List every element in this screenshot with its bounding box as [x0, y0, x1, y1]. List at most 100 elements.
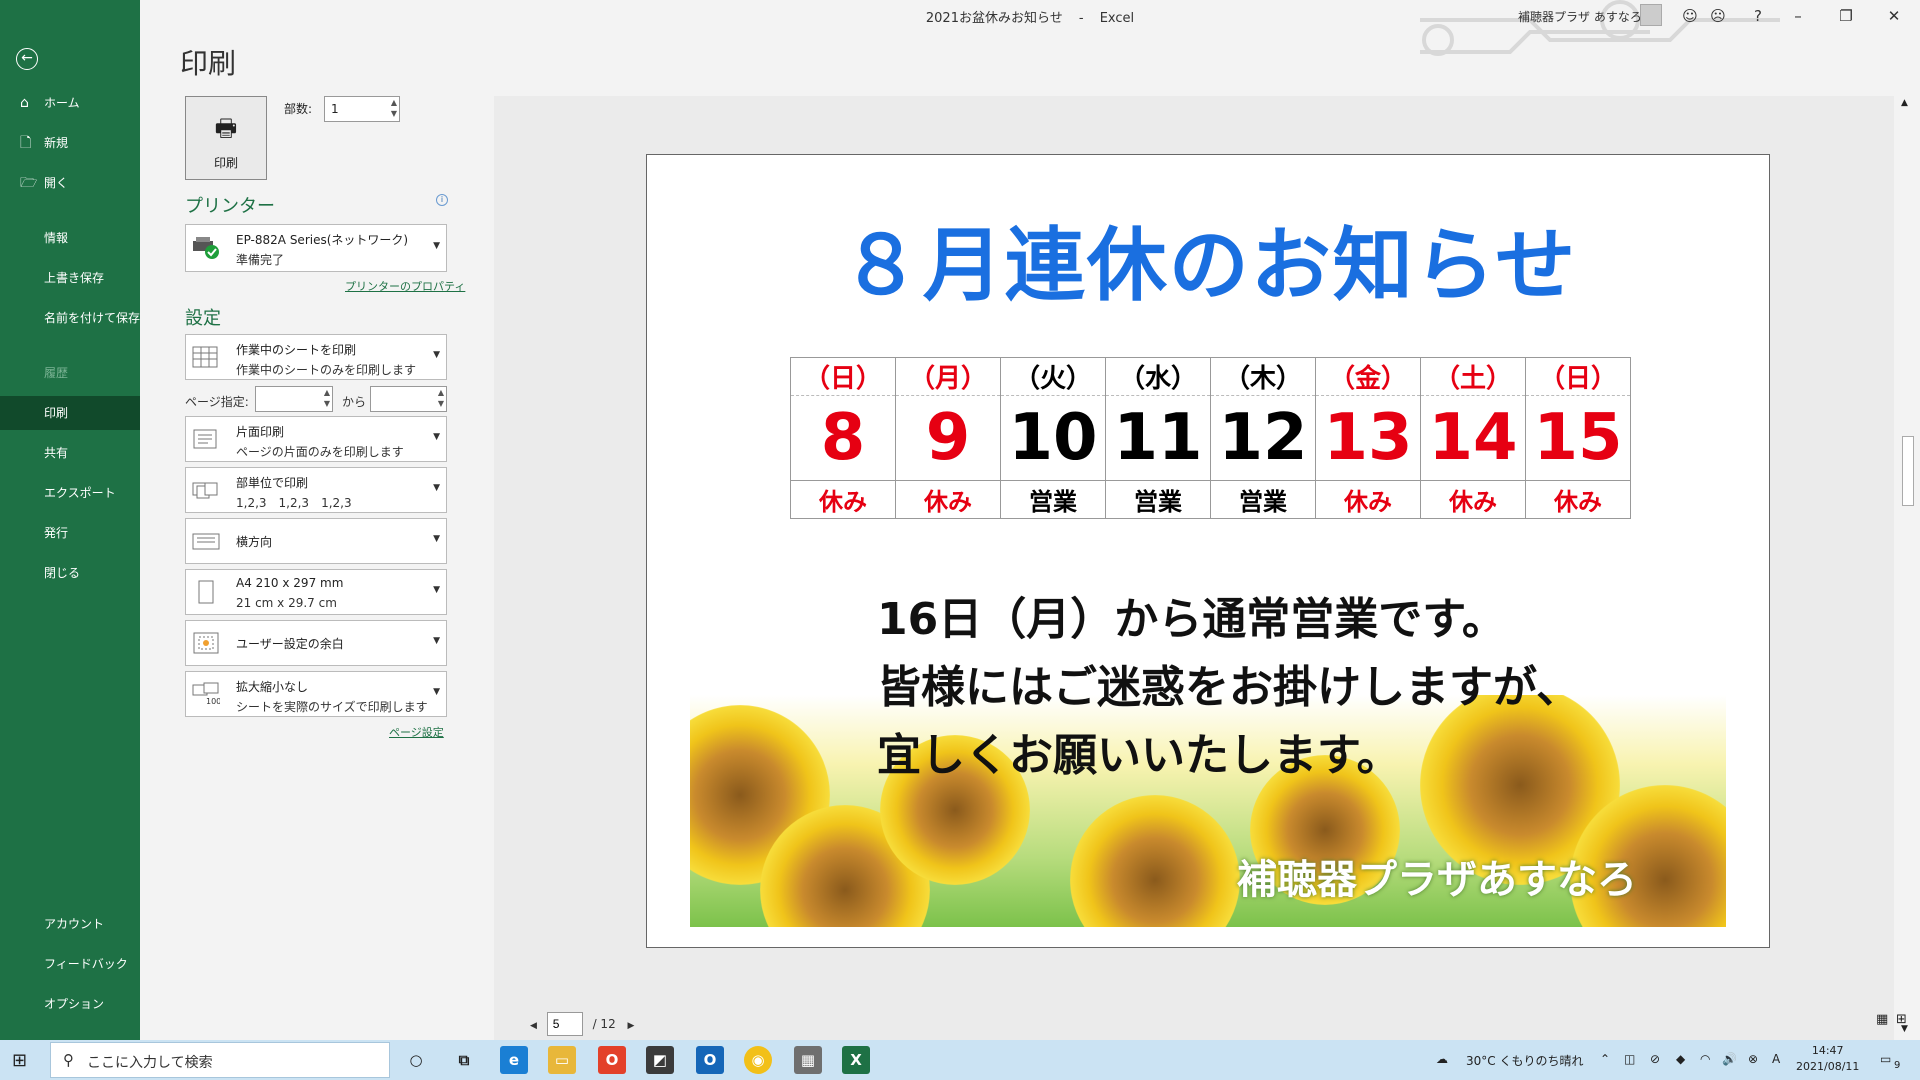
- spin-up-icon[interactable]: ▲: [324, 388, 330, 397]
- search-icon: ⚲: [63, 1051, 74, 1069]
- scroll-up-icon[interactable]: ▲: [1901, 98, 1908, 108]
- sidebar-item-save-as[interactable]: 名前を付けて保存: [0, 308, 140, 346]
- holiday-calendar: （日） （月） （火） （水） （木） （金） （土） （日） 8 9 10 1…: [790, 357, 1631, 519]
- close-icon[interactable]: ✕: [1882, 5, 1906, 27]
- orientation-select[interactable]: 横方向 ▼: [185, 518, 447, 564]
- weather-text[interactable]: 30°C くもりのち晴れ: [1466, 1052, 1583, 1069]
- file-explorer-icon[interactable]: ▭: [548, 1046, 576, 1074]
- help-button[interactable]: ?: [1746, 5, 1770, 27]
- sidebar-item-print[interactable]: 印刷: [0, 396, 140, 430]
- windows-start-icon[interactable]: ⊞: [12, 1050, 27, 1071]
- sidebar-item-new[interactable]: 🗋 新規: [0, 126, 140, 160]
- pages-from-input[interactable]: ▲ ▼: [255, 386, 333, 412]
- sidebar-item-history: 履歴: [44, 366, 69, 380]
- sidebar-item-account[interactable]: アカウント: [0, 907, 140, 941]
- page-total: / 12: [592, 1017, 616, 1031]
- paper-size-select[interactable]: A4 210 x 297 mm 21 cm x 29.7 cm ▼: [185, 569, 447, 615]
- printer-select[interactable]: EP-882A Series(ネットワーク) 準備完了 ▼: [185, 224, 447, 272]
- no-entry-icon[interactable]: ⊗: [1748, 1052, 1758, 1066]
- outlook-icon[interactable]: O: [696, 1046, 724, 1074]
- sidebar-item-publish[interactable]: 発行: [0, 516, 140, 550]
- scaling-select[interactable]: 100 拡大縮小なし シートを実際のサイズで印刷します ▼: [185, 671, 447, 717]
- sidebar-item-open[interactable]: 🗁 開く: [0, 166, 140, 200]
- page-number-input[interactable]: [546, 1012, 583, 1036]
- dropbox-icon[interactable]: ◆: [1676, 1052, 1685, 1066]
- sidebar-item-close[interactable]: 閉じる: [0, 556, 140, 590]
- taskbar-search-box[interactable]: ⚲ ここに入力して検索: [50, 1042, 390, 1078]
- pages-to-input[interactable]: ▲ ▼: [370, 386, 447, 412]
- custom-margins-icon: [193, 632, 219, 654]
- restore-icon[interactable]: ❐: [1834, 5, 1858, 27]
- sticky-notes-icon[interactable]: ◩: [646, 1046, 674, 1074]
- zoom-to-page-icon[interactable]: ⊞: [1896, 1012, 1907, 1027]
- previous-page-icon[interactable]: ◀: [530, 1021, 537, 1031]
- spin-down-icon[interactable]: ▼: [391, 109, 397, 118]
- cortana-icon[interactable]: ○: [402, 1046, 430, 1074]
- weekday-cell: （木）: [1210, 357, 1316, 396]
- tray-overflow-icon[interactable]: ⌃: [1600, 1052, 1610, 1066]
- excel-taskbar-icon[interactable]: X: [842, 1046, 870, 1074]
- collate-icon: [192, 482, 218, 499]
- page-title: 印刷: [180, 47, 237, 80]
- tray-app-icon[interactable]: ◫: [1624, 1052, 1635, 1066]
- user-name[interactable]: 補聴器プラザ あすなろ: [1518, 8, 1642, 25]
- dropdown-arrow-icon: ▼: [433, 636, 440, 646]
- sidebar-item-label: ホーム: [44, 96, 80, 110]
- dropdown-arrow-icon: ▼: [433, 483, 440, 493]
- wifi-icon[interactable]: ◠: [1700, 1052, 1710, 1066]
- security-icon[interactable]: ⊘: [1650, 1052, 1660, 1066]
- weekday-cell: （土）: [1420, 357, 1526, 396]
- sidebar-item-info[interactable]: 情報: [0, 221, 140, 255]
- sidebar-item-save[interactable]: 上書き保存: [0, 261, 140, 295]
- copies-input[interactable]: 1 ▲ ▼: [324, 96, 400, 122]
- volume-icon[interactable]: 🔊: [1722, 1052, 1737, 1066]
- ime-icon[interactable]: A: [1772, 1052, 1780, 1066]
- edge-icon[interactable]: e: [500, 1046, 528, 1074]
- next-page-icon[interactable]: ▶: [628, 1021, 635, 1031]
- chrome-icon[interactable]: ◉: [744, 1046, 772, 1074]
- task-view-icon[interactable]: ⧉: [450, 1046, 478, 1074]
- printer-status: 準備完了: [236, 253, 285, 267]
- info-icon[interactable]: i: [436, 194, 448, 206]
- home-icon: ⌂: [20, 95, 29, 111]
- minimize-icon[interactable]: –: [1786, 5, 1810, 27]
- page-navigator: ◀ / 12 ▶: [530, 1012, 634, 1036]
- page-setup-link[interactable]: ページ設定: [389, 724, 444, 740]
- sidebar-item-share[interactable]: 共有: [0, 436, 140, 470]
- spin-down-icon[interactable]: ▼: [438, 399, 444, 408]
- status-cell: 休み: [1315, 480, 1421, 519]
- printer-ready-icon: [193, 237, 219, 259]
- collate-select[interactable]: 部単位で印刷 1,2,3 1,2,3 1,2,3 ▼: [185, 467, 447, 513]
- sidebar-item-options[interactable]: オプション: [0, 987, 140, 1021]
- status-cell: 休み: [790, 480, 896, 519]
- back-arrow-icon[interactable]: ←: [16, 48, 38, 70]
- sides-select[interactable]: 片面印刷 ページの片面のみを印刷します ▼: [185, 416, 447, 462]
- copies-label: 部数:: [284, 102, 313, 116]
- day-cell: 13: [1315, 395, 1421, 481]
- sidebar-item-home[interactable]: ⌂ ホーム: [0, 86, 140, 120]
- print-button[interactable]: 🖶 印刷: [185, 96, 267, 180]
- notification-icon[interactable]: ▭: [1880, 1052, 1891, 1066]
- weather-icon[interactable]: ☁: [1436, 1052, 1448, 1066]
- printer-properties-link[interactable]: プリンターのプロパティ: [345, 278, 465, 294]
- scroll-thumb[interactable]: [1902, 436, 1914, 506]
- pages-label: ページ指定:: [185, 395, 249, 409]
- system-clock[interactable]: 14:47 2021/08/11: [1796, 1043, 1859, 1075]
- office-icon[interactable]: O: [598, 1046, 626, 1074]
- dropdown-arrow-icon: ▼: [433, 585, 440, 595]
- preview-scrollbar[interactable]: ▲ ▼: [1894, 96, 1920, 1040]
- day-cell: 10: [1000, 395, 1106, 481]
- spin-down-icon[interactable]: ▼: [324, 399, 330, 408]
- user-avatar[interactable]: [1640, 4, 1662, 26]
- spin-up-icon[interactable]: ▲: [391, 98, 397, 107]
- calculator-icon[interactable]: ▦: [794, 1046, 822, 1074]
- spin-up-icon[interactable]: ▲: [438, 388, 444, 397]
- frown-feedback-icon[interactable]: ☹: [1706, 5, 1730, 27]
- show-margins-icon[interactable]: ▦: [1876, 1012, 1888, 1027]
- print-what-select[interactable]: 作業中のシートを印刷 作業中のシートのみを印刷します ▼: [185, 334, 447, 380]
- margins-select[interactable]: ユーザー設定の余白 ▼: [185, 620, 447, 666]
- sidebar-item-export[interactable]: エクスポート: [0, 476, 140, 510]
- sidebar-item-feedback[interactable]: フィードバック: [0, 947, 140, 981]
- one-sided-icon: [193, 429, 217, 449]
- smile-feedback-icon[interactable]: ☺: [1678, 5, 1702, 27]
